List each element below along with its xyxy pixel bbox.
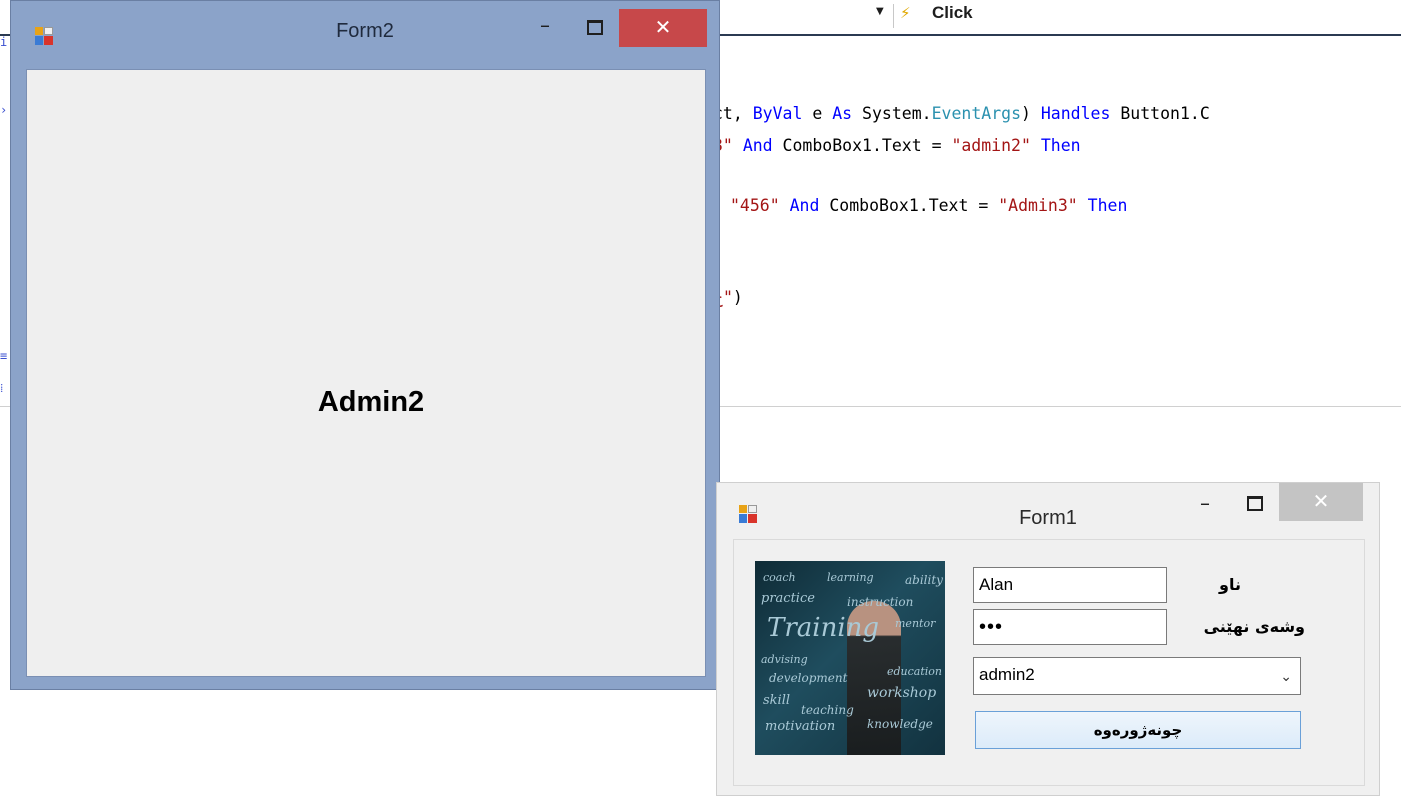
gutter-marker: ⁞ [0, 381, 4, 395]
photo-word: motivation [765, 719, 836, 734]
dropdown-arrow-icon[interactable]: ▼ [876, 6, 884, 17]
code-token: And [742, 136, 773, 155]
photo-word: ability [905, 573, 943, 587]
username-field[interactable]: Alan [973, 567, 1167, 603]
code-token: "admin2" [951, 136, 1031, 155]
photo-word: skill [763, 693, 791, 708]
code-token: e [802, 104, 833, 123]
photo-word: Training [767, 613, 880, 643]
code-token: And [789, 196, 820, 215]
code-token: Button1.C [1110, 104, 1210, 123]
photo-word: learning [827, 571, 874, 584]
gutter-marker: › [0, 103, 8, 117]
photo-word: workshop [867, 685, 937, 701]
code-token: As [832, 104, 853, 123]
photo-word: instruction [847, 595, 914, 609]
code-token: "Admin3" [998, 196, 1078, 215]
password-label: وشەی نهێنی [1203, 617, 1305, 636]
code-line[interactable]: "456" And ComboBox1.Text = "Admin3" Then [730, 196, 1127, 215]
event-selector[interactable]: Click [932, 3, 973, 23]
gutter-marker: i [0, 35, 8, 49]
code-line[interactable]: 3" And ComboBox1.Text = "admin2" Then [713, 136, 1081, 155]
code-token: Handles [1040, 104, 1111, 123]
maximize-icon [1247, 496, 1263, 511]
code-token: System. [852, 104, 932, 123]
lightning-icon: ⚡ [900, 4, 911, 22]
maximize-button[interactable] [573, 7, 617, 45]
username-label: ناو [1219, 575, 1241, 594]
code-token: Then [1040, 136, 1081, 155]
maximize-icon [587, 20, 603, 35]
close-button[interactable]: ✕ [1279, 483, 1363, 521]
photo-word: teaching [801, 703, 854, 717]
chevron-down-icon[interactable]: ⌄ [1280, 658, 1292, 694]
login-button[interactable]: چونەژورەوە [975, 711, 1301, 749]
role-combobox[interactable]: admin2 ⌄ [973, 657, 1301, 695]
code-token: ) [732, 288, 743, 307]
toolbar-separator [893, 4, 894, 28]
password-field[interactable]: ••• [973, 609, 1167, 645]
photo-word: advising [761, 653, 808, 666]
code-token: "456" [730, 196, 780, 215]
photo-word: mentor [895, 617, 936, 630]
code-token: ByVal [752, 104, 803, 123]
combo-value: admin2 [979, 665, 1035, 684]
admin-label: Admin2 [317, 386, 425, 418]
photo-word: education [887, 665, 942, 678]
gutter-marker: ≡ [0, 349, 8, 363]
code-token: ) [1021, 104, 1041, 123]
code-token: ComboBox1.Text = [772, 136, 952, 155]
form1-window[interactable]: Form1 – ✕ coach learning ability practice in… [716, 482, 1380, 796]
form-app-icon [739, 505, 757, 523]
photo-word: development [769, 671, 848, 685]
maximize-button[interactable] [1233, 483, 1277, 521]
form-app-icon [35, 27, 53, 45]
form2-client-area: Admin2 [26, 69, 706, 677]
code-token: EventArgs [931, 104, 1021, 123]
code-line[interactable]: ct, ByVal e As System.EventArgs) Handles… [713, 104, 1210, 123]
photo-word: coach [763, 571, 796, 584]
minimize-button[interactable]: – [1185, 485, 1225, 523]
code-token: Then [1087, 196, 1128, 215]
photo-word: knowledge [867, 717, 933, 731]
minimize-button[interactable]: – [525, 7, 565, 45]
form2-window[interactable]: Form2 – ✕ Admin2 [10, 0, 720, 690]
photo-word: practice [761, 591, 815, 606]
code-token: ComboBox1.Text = [819, 196, 999, 215]
close-button[interactable]: ✕ [619, 9, 707, 47]
training-photo: coach learning ability practice instruction T… [755, 561, 945, 755]
